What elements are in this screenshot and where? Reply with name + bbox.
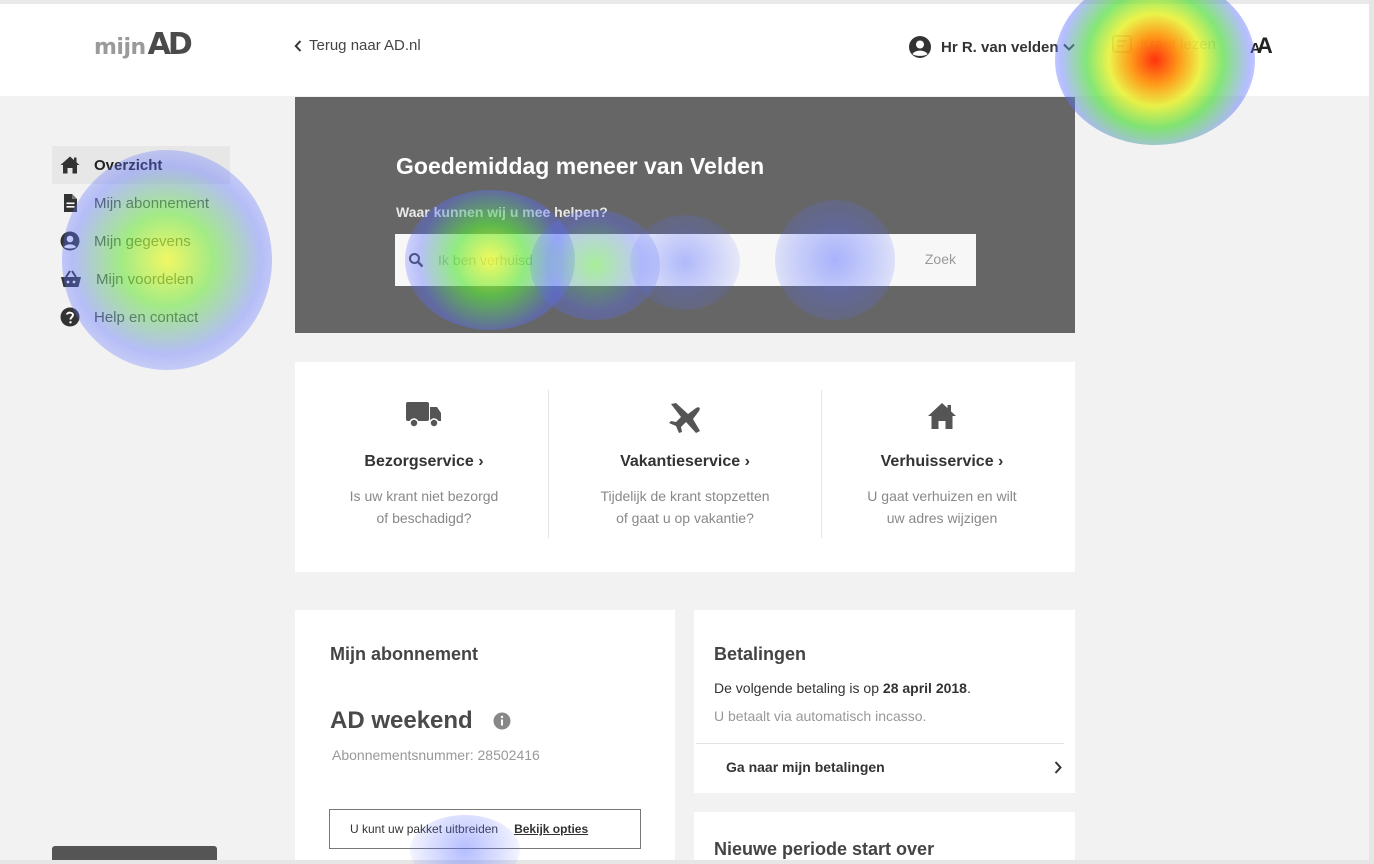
- info-icon[interactable]: [493, 712, 511, 730]
- period-card: Nieuwe periode start over: [694, 812, 1075, 864]
- home-icon: [60, 156, 80, 174]
- plane-icon: [669, 403, 700, 433]
- service-bezorgservice[interactable]: Bezorgservice › Is uw krant niet bezorgd…: [295, 362, 553, 572]
- back-link[interactable]: Terug naar AD.nl: [294, 37, 421, 54]
- sidebar-item-voordelen[interactable]: Mijn voordelen: [52, 260, 230, 298]
- help-icon: [60, 307, 80, 327]
- user-circle-icon: [909, 36, 931, 58]
- divider: [548, 390, 549, 538]
- krant-lezen-link[interactable]: Krant lezen: [1112, 35, 1216, 53]
- service-desc: Tijdelijk de krant stopzetten of gaat u o…: [600, 488, 770, 526]
- help-question: Waar kunnen wij u mee helpen?: [396, 204, 608, 220]
- sidebar-item-abonnement[interactable]: Mijn abonnement: [52, 184, 230, 222]
- sidebar-item-help[interactable]: Help en contact: [52, 298, 230, 336]
- card-title: Nieuwe periode start over: [714, 839, 935, 859]
- bottom-strip: [0, 860, 1374, 864]
- mijn-ad-logo[interactable]: mijn AD: [94, 27, 193, 62]
- service-desc: Is uw krant niet bezorgd of beschadigd?: [349, 488, 499, 526]
- logo-mijn: mijn: [94, 35, 146, 60]
- font-size-big-a: A: [1256, 33, 1273, 58]
- newspaper-icon: [1112, 35, 1132, 53]
- user-menu[interactable]: Hr R. van velden: [908, 35, 1075, 59]
- font-size-toggle[interactable]: AA: [1250, 33, 1273, 59]
- search-input[interactable]: [438, 252, 898, 268]
- extend-text: U kunt uw pakket uitbreiden: [350, 822, 499, 836]
- hero-panel: Goedemiddag meneer van Velden Waar kunne…: [295, 97, 1075, 333]
- search-button[interactable]: Zoek: [925, 251, 956, 267]
- sidebar-item-label: Overzicht: [94, 156, 163, 174]
- scrollbar[interactable]: [1369, 0, 1374, 864]
- sidebar-nav: Overzicht Mijn abonnement Mijn gegevens …: [52, 146, 230, 336]
- payments-card: Betalingen De volgende betaling is op 28…: [694, 610, 1075, 793]
- payments-link[interactable]: Ga naar mijn betalingen: [726, 759, 1062, 775]
- document-icon: [64, 194, 77, 212]
- sidebar-item-label: Mijn voordelen: [96, 270, 194, 288]
- font-size-small-a: A: [1250, 40, 1261, 57]
- subscription-number: Abonnementsnummer: 28502416: [332, 747, 540, 763]
- basket-icon: [61, 270, 81, 287]
- extend-package-box: U kunt uw pakket uitbreiden Bekijk optie…: [329, 809, 641, 849]
- greeting-title: Goedemiddag meneer van Velden: [396, 153, 765, 179]
- back-link-label: Terug naar AD.nl: [309, 37, 421, 54]
- search-icon: [409, 253, 424, 268]
- card-title: Betalingen: [714, 644, 807, 664]
- payment-method: U betaalt via automatisch incasso.: [714, 708, 927, 724]
- user-icon: [60, 231, 80, 251]
- chevron-right-icon: [1054, 760, 1062, 774]
- subscription-card: Mijn abonnement AD weekend Abonnementsnu…: [295, 610, 675, 864]
- sidebar-item-label: Mijn abonnement: [94, 194, 210, 212]
- sidebar-item-label: Help en contact: [94, 308, 199, 326]
- chevron-left-icon: [294, 39, 302, 52]
- sidebar-item-overzicht[interactable]: Overzicht: [52, 146, 230, 184]
- service-vakantieservice[interactable]: Vakantieservice › Tijdelijk de krant sto…: [553, 362, 817, 572]
- card-title: Mijn abonnement: [330, 644, 478, 664]
- user-name: Hr R. van velden: [941, 38, 1059, 56]
- service-verhuisservice[interactable]: Verhuisservice › U gaat verhuizen en wil…: [817, 362, 1067, 572]
- house-icon: [928, 403, 956, 429]
- services-panel: Bezorgservice › Is uw krant niet bezorgd…: [295, 362, 1075, 572]
- truck-icon: [406, 402, 441, 428]
- service-title: Vakantieservice ›: [620, 453, 750, 470]
- logo-ad: AD: [147, 27, 193, 62]
- service-title: Bezorgservice ›: [364, 453, 484, 470]
- plan-name: AD weekend: [330, 707, 511, 735]
- view-options-link[interactable]: Bekijk opties: [514, 822, 588, 836]
- payments-link-label: Ga naar mijn betalingen: [726, 759, 885, 775]
- next-payment-date: 28 april 2018: [882, 680, 967, 696]
- krant-lezen-label: Krant lezen: [1140, 35, 1216, 53]
- sidebar-item-gegevens[interactable]: Mijn gegevens: [52, 222, 230, 260]
- next-payment-text: De volgende betaling is op 28 april 2018…: [714, 680, 971, 696]
- divider: [696, 743, 1064, 744]
- service-title: Verhuisservice ›: [880, 453, 1004, 470]
- sidebar-item-label: Mijn gegevens: [94, 232, 191, 250]
- chevron-down-icon: [1062, 43, 1075, 51]
- search-box: Zoek: [395, 234, 976, 286]
- service-desc: U gaat verhuizen en wilt uw adres wijzige…: [867, 488, 1017, 526]
